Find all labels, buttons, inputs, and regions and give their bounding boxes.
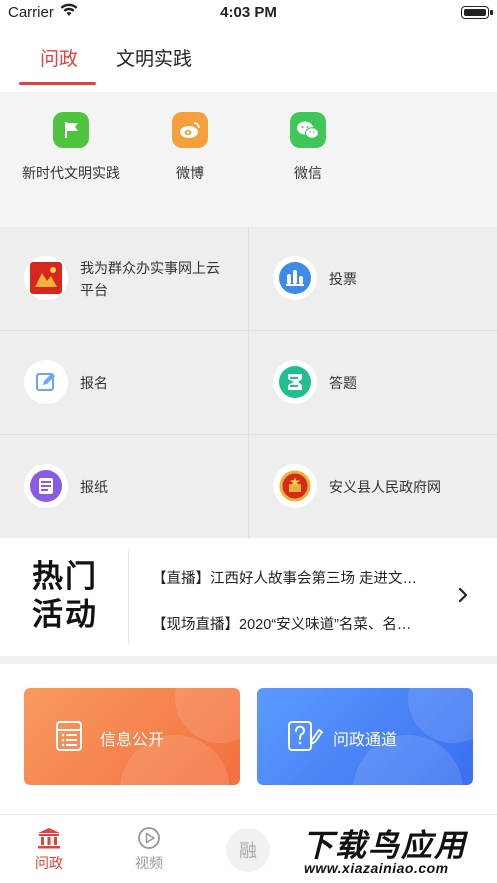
hot-activities-title: 热门 活动 [32,558,98,634]
vote-icon [273,256,317,300]
quick-link-label: 新时代文明实践 [22,165,120,181]
watermark-logo: 下载鸟应用 www.xiazainiao.com [298,820,494,880]
weibo-icon [172,112,208,148]
tab-wenzheng[interactable]: 问政 [40,44,78,71]
service-label: 报名 [80,374,108,391]
tab-bar-label: 问政 [35,855,63,871]
cloud-platform-icon [24,256,68,300]
service-grid: 我为群众办实事网上云平台 投票 报名 答题 报纸 安义县人民政府网 [0,227,497,538]
service-vote[interactable]: 投票 [249,227,497,330]
clock-time: 4:03 PM [220,4,277,21]
service-label: 安义县人民政府网 [329,478,441,495]
service-label: 我为群众办实事网上云平台 [80,259,220,298]
battery-icon [461,6,493,19]
quick-link-label: 微博 [176,165,204,181]
tab-bar-label: 视频 [135,855,163,871]
quiz-icon [273,360,317,404]
watermark-url: www.xiazainiao.com [304,860,449,876]
hot-activity-item[interactable]: 【现场直播】2020“安义味道”名菜、名… [152,613,442,634]
newspaper-icon [24,464,68,508]
info-disclosure-card[interactable]: 信息公开 [24,688,240,785]
card-label: 信息公开 [100,732,165,749]
chevron-right-icon[interactable] [455,585,471,610]
service-gov-website[interactable]: 安义县人民政府网 [249,435,497,538]
question-pen-icon [287,720,323,757]
service-label: 答题 [329,374,357,391]
quick-link-label: 微信 [294,165,322,181]
quick-link-wechat[interactable]: 微信 [248,112,368,183]
watermark-main: 下载鸟应用 [302,828,467,863]
rong-center-button[interactable]: 融 [226,828,270,872]
entry-cards: 信息公开 问政通道 [0,664,497,814]
inquiry-channel-card[interactable]: 问政通道 [257,688,473,785]
card-label: 问政通道 [333,732,398,749]
top-tab-bar: 问政 文明实践 [0,26,497,92]
service-newspaper[interactable]: 报纸 [0,435,248,538]
signup-icon [24,360,68,404]
hot-title-line: 热门 [32,559,98,594]
service-cloud-platform[interactable]: 我为群众办实事网上云平台 [0,227,248,330]
flag-icon [53,112,89,148]
service-signup[interactable]: 报名 [0,331,248,434]
quick-link-xinshidai[interactable]: 新时代文明实践 [11,112,131,183]
hot-divider [128,550,129,644]
active-tab-indicator [19,82,96,85]
tab-wenming-shijian[interactable]: 文明实践 [116,44,192,71]
play-circle-icon [136,826,162,850]
service-label: 投票 [329,270,357,287]
service-label: 报纸 [80,478,108,495]
hot-activity-item[interactable]: 【直播】江西好人故事会第三场 走进文… [152,567,442,588]
status-bar: Carrier 4:03 PM [0,0,497,26]
info-list-icon [54,720,84,757]
gov-emblem-icon [273,464,317,508]
service-quiz[interactable]: 答题 [249,331,497,434]
hot-activities: 热门 活动 【直播】江西好人故事会第三场 走进文… 【现场直播】2020“安义味… [0,538,497,656]
tab-bar-video[interactable]: 视频 [109,815,189,873]
government-building-icon [36,826,62,850]
quick-links: 新时代文明实践 微博 微信 [0,92,497,227]
wechat-icon [290,112,326,148]
hot-title-line: 活动 [32,597,98,632]
card-decoration [408,688,473,743]
card-decoration [175,688,240,743]
tab-bar-wenzheng[interactable]: 问政 [9,815,89,873]
section-separator [0,656,497,664]
quick-link-weibo[interactable]: 微博 [130,112,250,183]
